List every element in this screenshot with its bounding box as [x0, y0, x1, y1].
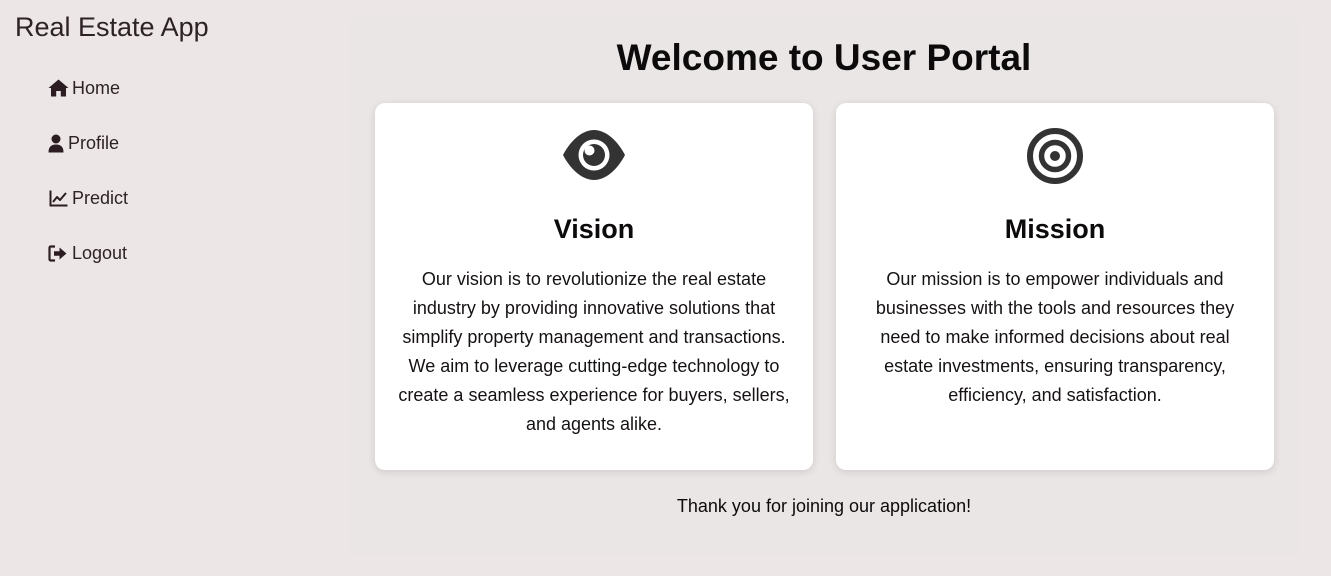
bullseye-icon [836, 127, 1274, 184]
sidebar-item-logout[interactable]: Logout [47, 241, 128, 296]
sidebar-item-home[interactable]: Home [47, 76, 128, 131]
vision-card: Vision Our vision is to revolutionize th… [375, 103, 813, 470]
sidebar-item-profile[interactable]: Profile [47, 131, 128, 186]
sidebar-item-label: Logout [72, 243, 128, 263]
eye-icon [375, 127, 813, 183]
sidebar: Real Estate App Home Profile Predict Log… [0, 0, 340, 576]
card-title: Vision [553, 214, 635, 244]
app-root: Real Estate App Home Profile Predict Log… [0, 0, 1331, 576]
card-text: Our vision is to revolutionize the real … [398, 269, 790, 434]
sidebar-nav: Home Profile Predict Logout [47, 76, 128, 296]
sidebar-item-label: Predict [72, 188, 129, 208]
home-icon [47, 76, 69, 100]
page-title: Welcome to User Portal [616, 37, 1032, 78]
sidebar-item-label: Home [72, 78, 121, 98]
user-icon [47, 131, 65, 155]
footer-message: Thank you for joining our application! [676, 496, 972, 516]
mission-card: Mission Our mission is to empower indivi… [836, 103, 1274, 470]
card-text: Our mission is to empower individuals an… [875, 269, 1235, 405]
sidebar-item-predict[interactable]: Predict [47, 186, 128, 241]
main-panel: Welcome to User Portal Vision Our vision… [350, 15, 1298, 556]
chart-line-icon [47, 186, 69, 210]
sidebar-item-label: Profile [68, 133, 120, 153]
sign-out-icon [47, 241, 69, 265]
app-brand: Real Estate App [15, 12, 209, 42]
card-title: Mission [1004, 214, 1106, 244]
